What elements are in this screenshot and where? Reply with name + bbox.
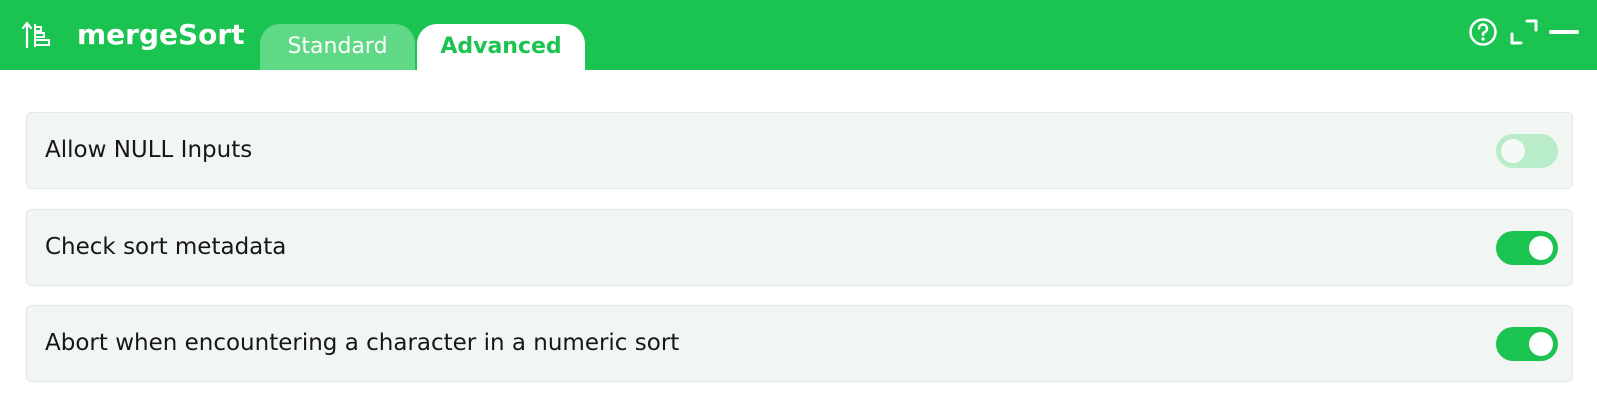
- toggle-knob: [1529, 236, 1553, 260]
- toggle-knob: [1501, 139, 1525, 163]
- abort-on-character-toggle[interactable]: [1496, 327, 1558, 361]
- expand-icon[interactable]: [1508, 16, 1540, 48]
- tab-standard[interactable]: Standard: [260, 24, 415, 70]
- tab-advanced[interactable]: Advanced: [417, 24, 585, 70]
- setting-row-allow-null-inputs: Allow NULL Inputs: [26, 112, 1573, 189]
- toggle-knob: [1529, 332, 1553, 356]
- allow-null-inputs-toggle[interactable]: [1496, 134, 1558, 168]
- app-header: mergeSort Standard Advanced: [0, 0, 1597, 70]
- check-sort-metadata-toggle[interactable]: [1496, 231, 1558, 265]
- app-title: mergeSort: [77, 18, 245, 51]
- setting-row-check-sort-metadata: Check sort metadata: [26, 209, 1573, 286]
- setting-label: Abort when encountering a character in a…: [45, 330, 680, 356]
- setting-label: Check sort metadata: [45, 234, 287, 260]
- minimize-icon[interactable]: [1548, 16, 1580, 48]
- setting-label: Allow NULL Inputs: [45, 137, 253, 163]
- help-icon[interactable]: [1467, 16, 1499, 48]
- sort-ascending-icon: [22, 21, 50, 49]
- setting-row-abort-on-character: Abort when encountering a character in a…: [26, 305, 1573, 382]
